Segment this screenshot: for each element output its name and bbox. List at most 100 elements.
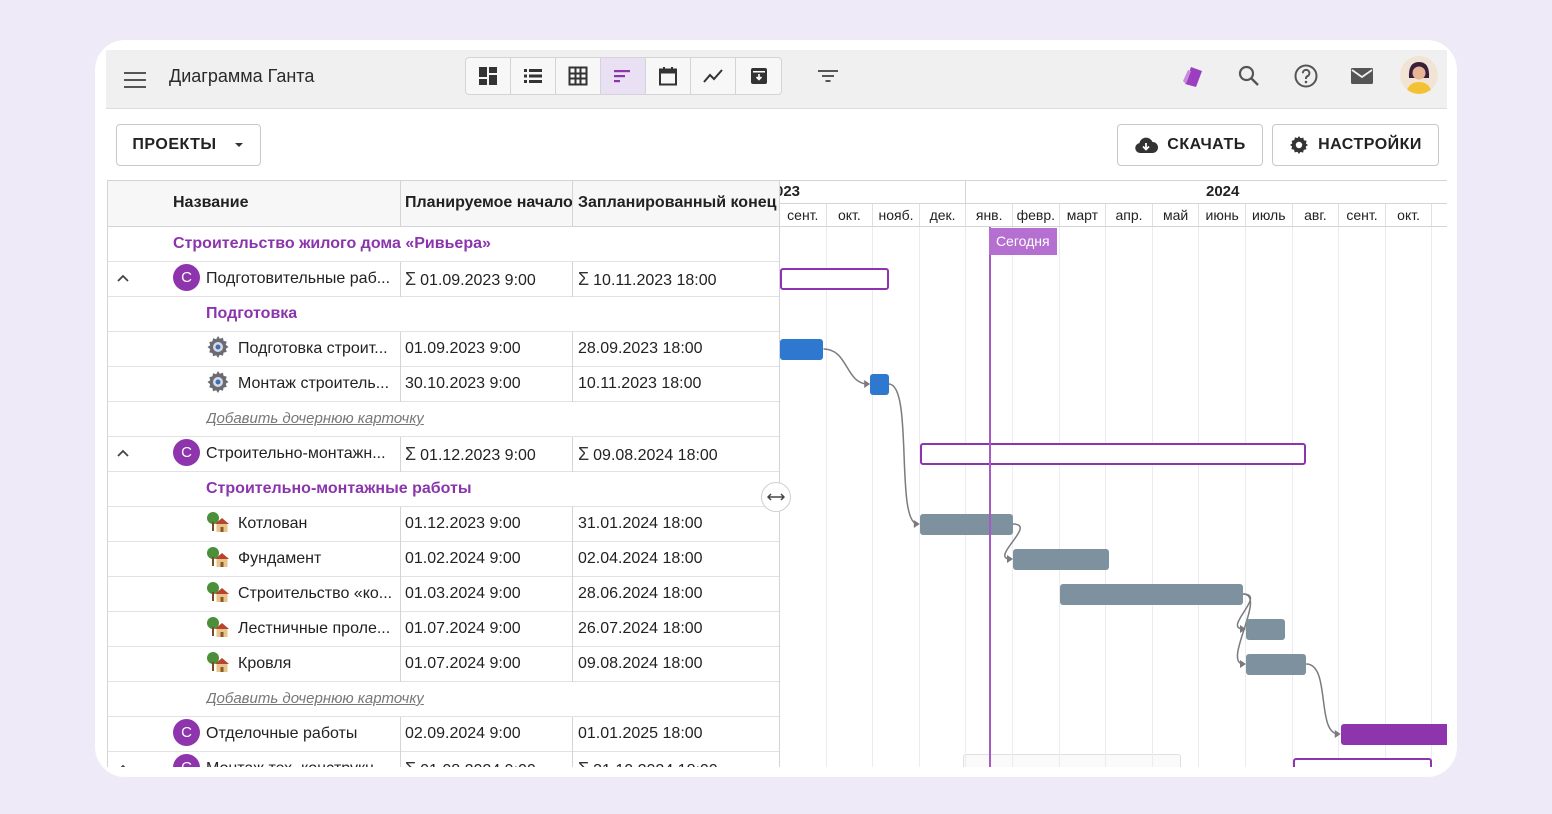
start-date[interactable]: 01.07.2024 9:00 — [405, 647, 521, 681]
page-title: Диаграмма Ганта — [169, 66, 315, 86]
projects-dropdown[interactable]: ПРОЕКТЫ — [116, 124, 261, 166]
start-date[interactable]: 01.12.2023 9:00 — [405, 507, 521, 541]
project-title[interactable]: Строительство жилого дома «Ривьера» — [173, 227, 491, 261]
dependency-link — [1306, 663, 1339, 735]
start-date[interactable]: 02.09.2024 9:00 — [405, 717, 521, 751]
summary-bar[interactable] — [919, 443, 1307, 465]
column-end-header[interactable]: Запланированный конец — [578, 181, 778, 227]
table-row[interactable]: Кровля 01.07.2024 9:00 09.08.2024 18:00 — [108, 647, 780, 682]
task-name-label: Отделочные работы — [206, 725, 358, 742]
start-date[interactable]: Σ 01.12.2023 9:00 — [405, 437, 536, 471]
add-child-card-link[interactable]: Добавить дочернюю карточку — [206, 682, 424, 716]
end-date[interactable]: Σ 31.10.2024 18:00 — [578, 752, 718, 767]
task-bar[interactable] — [1340, 724, 1447, 745]
summary-bar[interactable] — [780, 268, 889, 290]
chart-view-button[interactable] — [691, 58, 736, 94]
search-icon[interactable] — [1236, 63, 1262, 89]
today-line — [988, 227, 991, 767]
task-bar[interactable] — [780, 339, 824, 360]
download-label: СКАЧАТЬ — [1167, 136, 1246, 153]
end-date[interactable]: 28.06.2024 18:00 — [578, 577, 703, 611]
task-name[interactable]: Подготовка строит... — [206, 332, 398, 366]
add-card-row[interactable]: Добавить дочернюю карточку — [108, 402, 780, 437]
chevron-up-icon[interactable] — [116, 761, 130, 767]
table-row[interactable]: С Подготовительные раб... Σ 01.09.2023 9:00… — [108, 262, 780, 297]
task-name[interactable]: С Отделочные работы — [173, 717, 398, 751]
end-date[interactable]: 10.11.2023 18:00 — [578, 367, 701, 401]
table-view-button[interactable] — [556, 58, 601, 94]
end-date[interactable]: Σ 10.11.2023 18:00 — [578, 262, 717, 296]
avatar[interactable] — [1400, 56, 1438, 94]
calendar-icon — [659, 67, 677, 86]
house-icon — [206, 580, 230, 604]
task-name[interactable]: Монтаж строитель... — [206, 367, 398, 401]
start-date[interactable]: Σ 01.09.2023 9:00 — [405, 262, 536, 296]
archive-view-button[interactable] — [736, 58, 781, 94]
task-name[interactable]: Фундамент — [206, 542, 398, 576]
cloud-download-icon — [1135, 137, 1159, 154]
start-date[interactable]: 01.09.2023 9:00 — [405, 332, 521, 366]
help-icon[interactable] — [1293, 63, 1319, 89]
task-bar[interactable] — [1246, 619, 1286, 640]
start-date[interactable]: 01.02.2024 9:00 — [405, 542, 521, 576]
menu-icon[interactable] — [124, 72, 146, 88]
table-row[interactable]: Подготовка строит... 01.09.2023 9:00 28.09… — [108, 332, 780, 367]
start-date-value: 01.08.2024 9:00 — [420, 762, 536, 767]
start-date[interactable]: Σ 01.08.2024 9:00 — [405, 752, 536, 767]
dashboard-icon — [479, 67, 497, 85]
task-bar[interactable] — [1013, 549, 1110, 570]
panel-resize-handle[interactable] — [761, 482, 791, 512]
chevron-up-icon[interactable] — [116, 271, 130, 285]
end-date[interactable]: 28.09.2023 18:00 — [578, 332, 703, 366]
add-child-card-link[interactable]: Добавить дочернюю карточку — [206, 402, 424, 436]
task-bar[interactable] — [1059, 584, 1243, 605]
end-date[interactable]: 09.08.2024 18:00 — [578, 647, 703, 681]
table-row[interactable]: Строительство «ко... 01.03.2024 9:00 28.06… — [108, 577, 780, 612]
dashboard-view-button[interactable] — [466, 58, 511, 94]
column-name-header[interactable]: Название — [173, 181, 398, 227]
summary-bar[interactable] — [1292, 758, 1433, 767]
chevron-up-icon[interactable] — [116, 446, 130, 460]
settings-button[interactable]: НАСТРОЙКИ — [1272, 124, 1439, 166]
end-date[interactable]: 26.07.2024 18:00 — [578, 612, 703, 646]
today-label: Сегодня — [988, 228, 1057, 255]
calendar-view-button[interactable] — [646, 58, 691, 94]
filter-icon[interactable] — [817, 65, 839, 87]
task-name[interactable]: С Подготовительные раб... — [173, 262, 398, 296]
task-bar[interactable] — [919, 514, 1013, 535]
task-name-label: Монтаж тех. конструкц... — [206, 760, 387, 767]
table-row[interactable]: Монтаж строитель... 30.10.2023 9:00 10.11.… — [108, 367, 780, 402]
end-date[interactable]: 31.01.2024 18:00 — [578, 507, 703, 541]
task-bar[interactable] — [870, 374, 889, 395]
task-name[interactable]: С Строительно-монтажн... — [173, 437, 398, 471]
end-date[interactable]: 02.04.2024 18:00 — [578, 542, 703, 576]
end-date[interactable]: Σ 09.08.2024 18:00 — [578, 437, 718, 471]
table-row[interactable]: С Монтаж тех. конструкц... Σ 01.08.2024 9:0… — [108, 752, 780, 767]
start-date[interactable]: 01.07.2024 9:00 — [405, 612, 521, 646]
list-view-button[interactable] — [511, 58, 556, 94]
table-row[interactable]: С Отделочные работы 02.09.2024 9:00 01.01.2… — [108, 717, 780, 752]
task-bar[interactable] — [1246, 654, 1307, 675]
cards-logo-icon[interactable] — [1180, 63, 1206, 89]
task-name[interactable]: Лестничные проле... — [206, 612, 398, 646]
download-button[interactable]: СКАЧАТЬ — [1117, 124, 1263, 166]
task-name[interactable]: Котлован — [206, 507, 398, 541]
task-name[interactable]: С Монтаж тех. конструкц... — [173, 752, 398, 767]
add-card-row[interactable]: Добавить дочернюю карточку — [108, 682, 780, 717]
column-start-header[interactable]: Планируемое начало — [405, 181, 575, 227]
horizontal-resize-icon — [767, 493, 785, 501]
gantt-chart: 0232024 сент.окт.нояб.дек.янв.февр.марта… — [779, 180, 1447, 767]
group-row: Подготовка — [108, 297, 780, 332]
table-row[interactable]: Котлован 01.12.2023 9:00 31.01.2024 18:00 — [108, 507, 780, 542]
gantt-view-button[interactable] — [601, 58, 646, 94]
task-name-label: Монтаж строитель... — [238, 375, 390, 392]
task-name[interactable]: Строительство «ко... — [206, 577, 398, 611]
start-date[interactable]: 01.03.2024 9:00 — [405, 577, 521, 611]
task-name[interactable]: Кровля — [206, 647, 398, 681]
mail-icon[interactable] — [1349, 63, 1375, 89]
end-date[interactable]: 01.01.2025 18:00 — [578, 717, 703, 751]
table-row[interactable]: С Строительно-монтажн... Σ 01.12.2023 9:00 Σ… — [108, 437, 780, 472]
table-row[interactable]: Фундамент 01.02.2024 9:00 02.04.2024 18:00 — [108, 542, 780, 577]
start-date[interactable]: 30.10.2023 9:00 — [405, 367, 521, 401]
table-row[interactable]: Лестничные проле... 01.07.2024 9:00 26.07.… — [108, 612, 780, 647]
